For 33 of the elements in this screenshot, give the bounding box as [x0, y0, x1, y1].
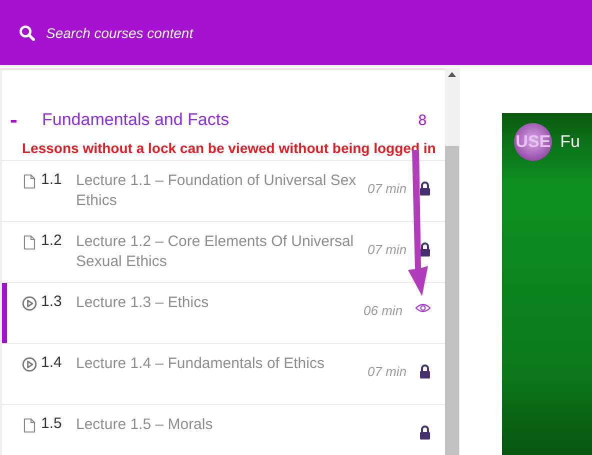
lesson-duration: 07 min: [366, 364, 407, 379]
lesson-number: 1.2: [41, 232, 63, 249]
lesson-title[interactable]: Lecture 1.1 – Foundation of Universal Sex Ethics: [76, 171, 357, 211]
video-player[interactable]: USE Fu: [502, 113, 592, 455]
lesson-count: 8: [418, 112, 427, 128]
lesson-title[interactable]: Lecture 1.5 – Morals: [76, 415, 357, 435]
lesson-number: 1.1: [41, 171, 63, 188]
lesson-title[interactable]: Lecture 1.3 – Ethics: [76, 293, 353, 313]
lesson-title[interactable]: Lecture 1.2 – Core Elements Of Universal Sexual Ethics: [76, 232, 357, 272]
document-icon: [22, 174, 37, 189]
search-icon: [19, 24, 35, 40]
scrollbar-thumb[interactable]: [445, 146, 460, 455]
scrollbar[interactable]: [444, 68, 460, 455]
lesson-title[interactable]: Lecture 1.4 – Fundamentals of Ethics: [76, 354, 357, 374]
video-title: Fu: [560, 132, 580, 152]
lesson-number: 1.5: [41, 415, 63, 432]
lesson-number: 1.4: [41, 354, 63, 371]
scroll-up-icon[interactable]: [448, 72, 456, 77]
lesson-duration: 06 min: [362, 303, 403, 318]
lesson-row[interactable]: 1.4 Lecture 1.4 – Fundamentals of Ethics 07 min: [2, 343, 445, 404]
search-field[interactable]: Search courses content: [46, 24, 346, 40]
section-title[interactable]: Fundamentals and Facts: [42, 110, 418, 130]
collapse-toggle[interactable]: -: [10, 107, 42, 133]
document-icon: [22, 418, 37, 433]
lesson-row[interactable]: 1.5 Lecture 1.5 – Morals: [2, 404, 445, 455]
play-icon: [22, 296, 37, 311]
eye-icon[interactable]: [414, 303, 431, 313]
lesson-number: 1.3: [41, 293, 63, 310]
document-icon: [22, 235, 37, 250]
play-icon: [22, 357, 37, 372]
lesson-duration: 07 min: [366, 181, 407, 196]
lesson-duration: 07 min: [366, 242, 407, 257]
logo-badge: USE: [514, 123, 552, 161]
